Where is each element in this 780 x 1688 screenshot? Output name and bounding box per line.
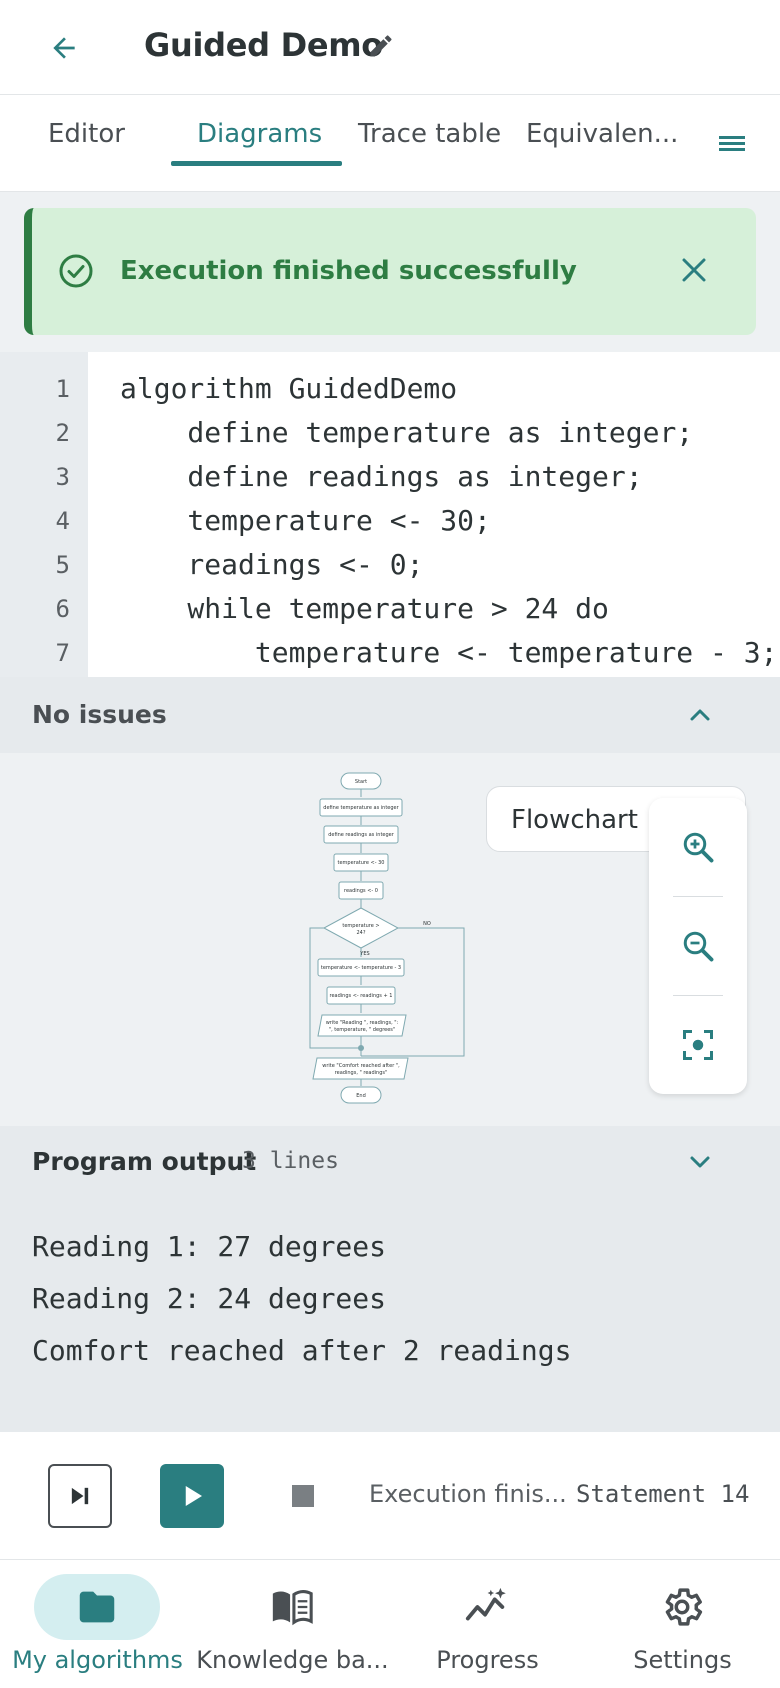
- line-number: 4: [55, 507, 70, 535]
- tab-editor[interactable]: Editor: [48, 119, 125, 149]
- execution-controls: Execution finis... Statement 14: [0, 1432, 780, 1560]
- flow-io-text: ", temperature, " degrees": [329, 1027, 395, 1033]
- zoom-out-icon: [683, 931, 714, 962]
- menu-icon: [719, 136, 745, 151]
- folder-icon: [79, 1591, 115, 1623]
- zoom-out-button[interactable]: [649, 897, 747, 995]
- flow-condition-text: 24?: [356, 930, 365, 936]
- active-tab-indicator: [171, 161, 342, 166]
- code-line: while temperature > 24 do: [120, 592, 609, 625]
- program-output-panel: Program output 3 lines Reading 1: 27 deg…: [0, 1126, 780, 1432]
- fit-screen-icon: [683, 1030, 713, 1060]
- stop-button[interactable]: [292, 1485, 314, 1507]
- progress-icon: [465, 1587, 506, 1621]
- app-header: Guided Demo: [0, 0, 780, 95]
- code-line: readings <- 0;: [120, 548, 424, 581]
- line-number: 6: [55, 595, 70, 623]
- flow-no-label: NO: [423, 921, 431, 927]
- close-icon: [682, 258, 706, 282]
- code-editor[interactable]: 1 2 3 4 5 6 7 algorithm GuidedDemo defin…: [0, 352, 780, 677]
- diagram-canvas[interactable]: Start define temperature as integer defi…: [0, 753, 780, 1126]
- flow-node-text: temperature <- 30: [338, 860, 385, 866]
- flow-node-text: temperature <- temperature - 3: [321, 965, 401, 971]
- nav-label: Progress: [436, 1646, 539, 1674]
- nav-label: Settings: [633, 1646, 732, 1674]
- nav-progress[interactable]: Progress: [390, 1560, 585, 1688]
- arrow-left-icon: [53, 37, 75, 59]
- statement-counter: Statement 14: [576, 1480, 750, 1508]
- flow-node-end: End: [356, 1093, 366, 1099]
- book-icon: [272, 1590, 313, 1626]
- code-line: algorithm GuidedDemo: [120, 372, 458, 405]
- fit-screen-button[interactable]: [649, 996, 747, 1094]
- code-line: define temperature as integer;: [120, 416, 694, 449]
- edit-title-button[interactable]: [366, 31, 396, 61]
- pencil-icon: [370, 35, 392, 57]
- play-icon: [185, 1486, 202, 1506]
- nav-my-algorithms[interactable]: My algorithms: [0, 1560, 195, 1688]
- output-line-count: 3 lines: [242, 1148, 339, 1174]
- flow-node-text: readings <- 0: [344, 888, 378, 894]
- tab-trace-table[interactable]: Trace table: [358, 119, 501, 149]
- line-number: 3: [55, 463, 70, 491]
- output-line: Reading 2: 24 degrees: [32, 1282, 387, 1315]
- tabs-menu-button[interactable]: [716, 129, 748, 159]
- flow-io-text: readings, " readings": [335, 1070, 388, 1076]
- page-title: Guided Demo: [144, 26, 383, 64]
- flow-node-text: readings <- readings + 1: [330, 993, 393, 999]
- flowchart: Start define temperature as integer defi…: [309, 772, 465, 1104]
- code-line: define readings as integer;: [120, 460, 643, 493]
- nav-knowledge-base[interactable]: Knowledge ba...: [195, 1560, 390, 1688]
- issues-panel-toggle[interactable]: No issues: [0, 677, 780, 753]
- chevron-up-icon: [690, 709, 710, 721]
- line-number: 2: [55, 419, 70, 447]
- program-output-toggle[interactable]: Program output 3 lines: [0, 1126, 780, 1196]
- code-line: temperature <- 30;: [120, 504, 491, 537]
- line-number: 7: [55, 639, 70, 667]
- output-title: Program output: [32, 1147, 257, 1176]
- banner-message: Execution finished successfully: [120, 256, 577, 286]
- issues-label: No issues: [32, 700, 167, 729]
- bottom-navigation: My algorithms Knowledge ba... Progress S…: [0, 1560, 780, 1688]
- zoom-controls: [649, 798, 747, 1094]
- flow-node-text: define readings as integer: [328, 832, 395, 838]
- step-forward-icon: [71, 1487, 89, 1505]
- output-line: Reading 1: 27 degrees: [32, 1230, 387, 1263]
- line-number: 1: [55, 375, 70, 403]
- flow-condition-text: temperature >: [342, 923, 379, 929]
- run-button[interactable]: [160, 1464, 224, 1528]
- flow-io-text: write "Comfort reached after ",: [322, 1063, 400, 1069]
- code-line: temperature <- temperature - 3;: [120, 636, 778, 669]
- diagram-type-label: Flowchart: [511, 805, 638, 835]
- gear-icon: [665, 1588, 703, 1626]
- nav-settings[interactable]: Settings: [585, 1560, 780, 1688]
- flow-io-text: write "Reading ", readings, ":: [326, 1020, 399, 1026]
- tab-equivalence[interactable]: Equivalen...: [526, 119, 678, 149]
- step-button[interactable]: [48, 1464, 112, 1528]
- nav-label: Knowledge ba...: [196, 1646, 389, 1674]
- chevron-down-icon: [690, 1156, 710, 1168]
- output-line: Comfort reached after 2 readings: [32, 1334, 572, 1367]
- back-button[interactable]: [44, 28, 84, 68]
- execution-status: Execution finis...: [369, 1480, 567, 1508]
- flow-yes-label: YES: [359, 951, 369, 957]
- banner-area: Execution finished successfully: [0, 192, 780, 352]
- flow-node-text: define temperature as integer: [323, 805, 399, 811]
- nav-label: My algorithms: [12, 1646, 183, 1674]
- success-banner: Execution finished successfully: [24, 208, 756, 335]
- line-number: 5: [55, 551, 70, 579]
- tab-bar: Editor Diagrams Trace table Equivalen...: [0, 95, 780, 192]
- tab-diagrams[interactable]: Diagrams: [197, 119, 322, 149]
- flow-node-start: Start: [355, 779, 367, 785]
- check-circle-icon: [59, 254, 93, 288]
- banner-close-button[interactable]: [676, 252, 712, 288]
- zoom-in-icon: [683, 832, 714, 863]
- zoom-in-button[interactable]: [649, 798, 747, 896]
